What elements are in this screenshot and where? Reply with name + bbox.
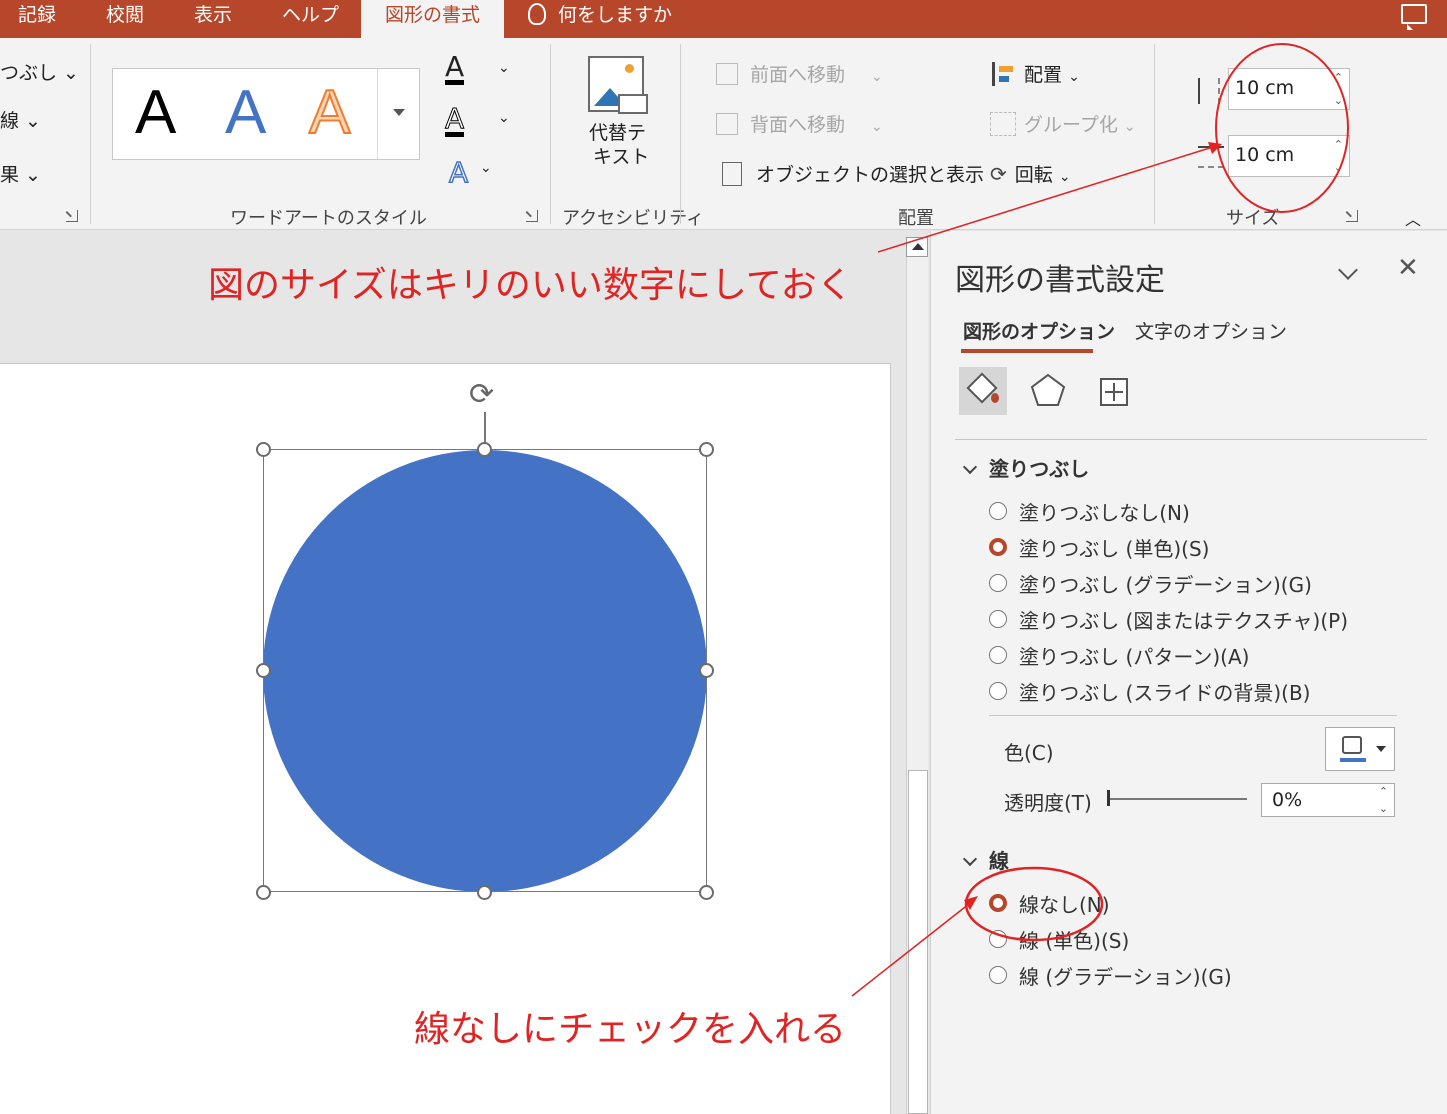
- size-highlight-ellipse: [1215, 43, 1349, 213]
- size-annotation-text: 図のサイズはキリのいい数字にしておく: [208, 265, 853, 306]
- annotation-overlay: [851, 43, 1349, 997]
- line-arrow-line: [851, 899, 975, 997]
- line-annotation-text: 線なしにチェックを入れる: [414, 1009, 847, 1050]
- size-arrow-head: [1208, 142, 1222, 154]
- line-none-highlight-ellipse: [964, 866, 1104, 942]
- size-arrow-line: [877, 145, 1217, 253]
